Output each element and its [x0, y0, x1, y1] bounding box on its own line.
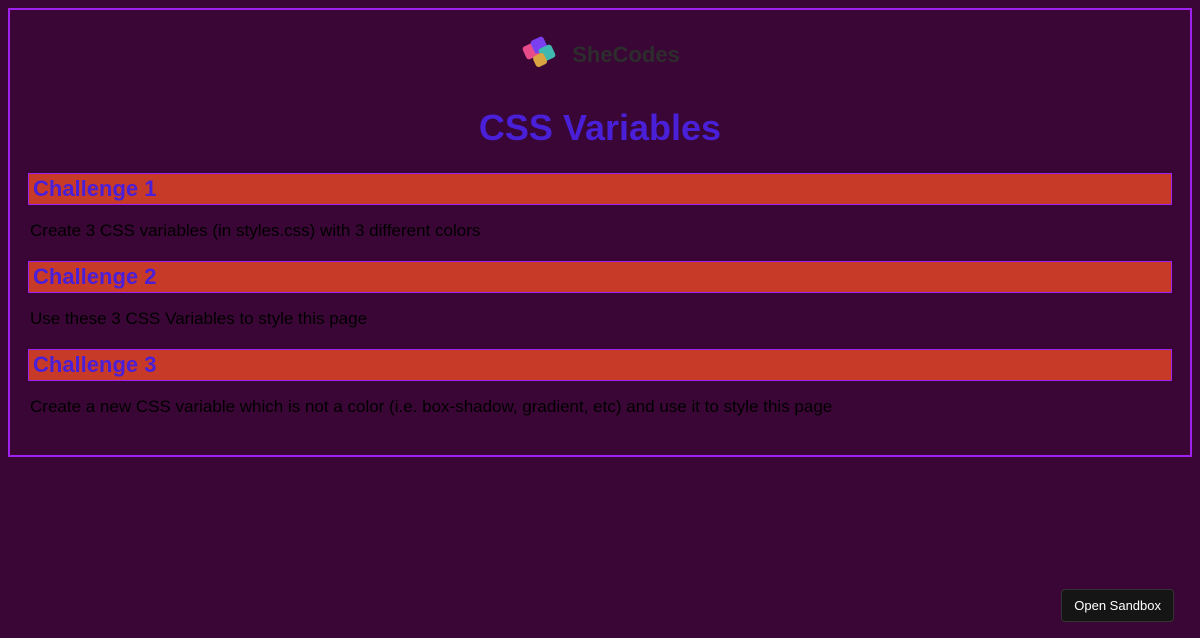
- open-sandbox-button[interactable]: Open Sandbox: [1061, 589, 1174, 622]
- brand-header: SheCodes: [28, 28, 1172, 85]
- challenge-3-heading: Challenge 3: [28, 349, 1172, 381]
- main-container: SheCodes CSS Variables Challenge 1 Creat…: [8, 8, 1192, 457]
- shecodes-logo-icon: [520, 34, 564, 75]
- challenge-1-body: Create 3 CSS variables (in styles.css) w…: [28, 221, 1172, 241]
- challenge-2-heading: Challenge 2: [28, 261, 1172, 293]
- page-title: CSS Variables: [28, 107, 1172, 149]
- challenge-1-heading: Challenge 1: [28, 173, 1172, 205]
- brand-name: SheCodes: [572, 42, 680, 68]
- challenge-3-body: Create a new CSS variable which is not a…: [28, 397, 1172, 417]
- challenge-2-body: Use these 3 CSS Variables to style this …: [28, 309, 1172, 329]
